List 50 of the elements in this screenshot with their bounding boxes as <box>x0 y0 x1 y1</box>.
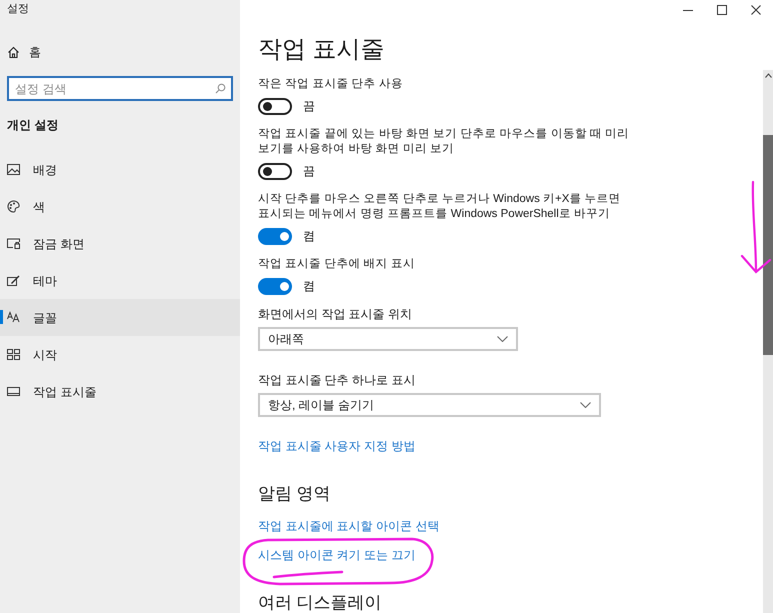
setting-label: 작은 작업 표시줄 단추 사용 <box>258 77 404 92</box>
nav-item[interactable]: 배경 <box>0 151 240 188</box>
nav-item[interactable]: 색 <box>0 188 240 225</box>
link[interactable]: 작업 표시줄 사용자 지정 방법 <box>258 439 416 454</box>
toggle-switch[interactable] <box>258 278 292 294</box>
toggle-state: 켬 <box>303 278 315 295</box>
grid-icon <box>7 348 20 361</box>
link[interactable]: 작업 표시줄에 표시할 아이콘 선택 <box>258 519 440 534</box>
toggle-state: 끔 <box>303 163 315 180</box>
nav-item[interactable]: 글꼴 <box>0 299 240 336</box>
nav-item[interactable]: 테마 <box>0 262 240 299</box>
toggle-switch[interactable] <box>258 228 292 244</box>
setting-label: 화면에서의 작업 표시줄 위치 <box>258 307 412 322</box>
chevron-down-icon <box>580 402 591 408</box>
setting-label: 작업 표시줄 단추에 배지 표시 <box>258 257 416 272</box>
page-title: 작업 표시줄 <box>258 36 385 64</box>
scroll-up-icon <box>764 73 772 78</box>
toggle-state: 켬 <box>303 228 315 245</box>
letters-icon <box>7 311 20 324</box>
scrollbar-thumb[interactable] <box>763 135 773 355</box>
dropdown[interactable]: 아래쪽 <box>258 327 518 351</box>
section-heading: 알림 영역 <box>258 483 331 505</box>
setting-label: 작업 표시줄 끝에 있는 바탕 화면 보기 단추로 마우스를 이동할 때 미리 보기를 사용하여 바탕 화면 미리 보기 <box>258 127 630 157</box>
selection-indicator <box>0 310 3 324</box>
picture-icon <box>7 163 20 176</box>
setting-label: 시작 단추를 마우스 오른쪽 단추로 누르거나 Windows 키+X를 누르면 표시되는 메뉴에서 명령 프롬프트를 Windows PowerShell로 바꾸기 <box>258 192 622 222</box>
group-heading: 개인 설정 <box>7 117 58 134</box>
toggle-state: 끔 <box>303 98 315 115</box>
pen-icon <box>7 274 20 287</box>
lock-screen-icon <box>7 237 20 250</box>
nav-item[interactable]: 잠금 화면 <box>0 225 240 262</box>
link[interactable]: 시스템 아이콘 켜기 또는 끄기 <box>258 548 416 563</box>
home-link[interactable]: 홈 <box>7 42 41 62</box>
section-heading: 여러 디스플레이 <box>258 592 382 613</box>
search-field[interactable]: 설정 검색 <box>7 76 233 101</box>
nav-item[interactable]: 작업 표시줄 <box>0 373 240 410</box>
dropdown[interactable]: 항상, 레이블 숨기기 <box>258 393 601 417</box>
toggle-switch[interactable] <box>258 162 292 180</box>
home-icon <box>7 46 20 58</box>
palette-icon <box>7 200 20 213</box>
window-title: 설정 <box>6 2 30 17</box>
setting-label: 작업 표시줄 단추 하나로 표시 <box>258 373 416 388</box>
toggle-switch[interactable] <box>258 98 292 114</box>
taskbar-icon <box>7 385 20 398</box>
maximize-icon <box>717 5 727 15</box>
search-icon <box>215 83 226 94</box>
chevron-down-icon <box>497 336 508 342</box>
scrollbar[interactable] <box>763 70 773 613</box>
nav-item[interactable]: 시작 <box>0 336 240 373</box>
close-icon <box>751 5 761 15</box>
